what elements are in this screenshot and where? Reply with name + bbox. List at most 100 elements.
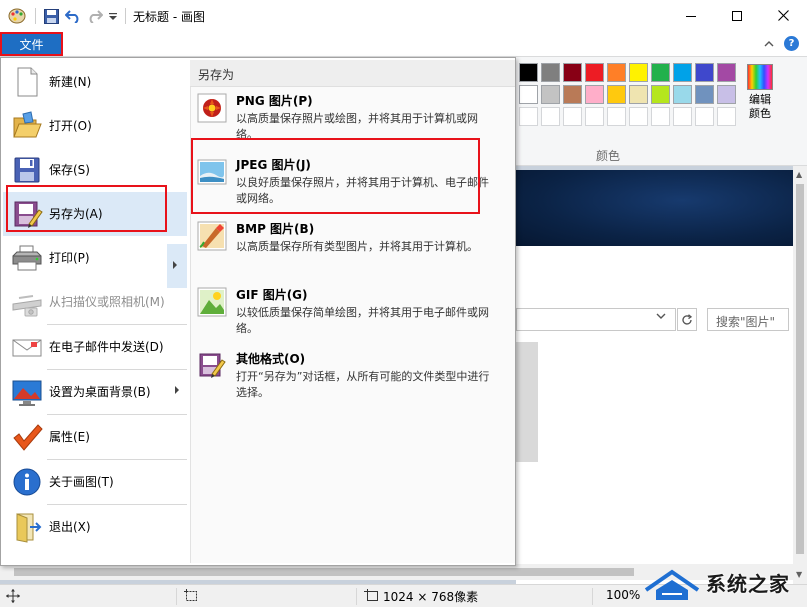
paint-app-icon[interactable] xyxy=(6,6,28,26)
qa-separator xyxy=(34,6,36,26)
minimize-button[interactable] xyxy=(668,0,714,31)
color-swatch[interactable] xyxy=(541,85,560,104)
menu-item-print-label: 打印(P) xyxy=(49,251,90,265)
maximize-button[interactable] xyxy=(714,0,760,31)
save-as-other-formats[interactable]: 其他格式(O) 打开“另存为”对话框，从所有可能的文件类型中进行选择。 xyxy=(196,350,506,402)
custom-color-swatch[interactable] xyxy=(695,107,714,126)
menu-item-print[interactable]: 打印(P) xyxy=(3,236,187,280)
scanner-icon xyxy=(11,286,43,318)
color-swatch[interactable] xyxy=(717,85,736,104)
watermark-logo-icon xyxy=(644,569,700,600)
quick-save-icon[interactable] xyxy=(42,6,60,26)
color-swatch[interactable] xyxy=(541,63,560,82)
save-as-gif-title: GIF 图片(G) xyxy=(236,288,308,302)
info-icon xyxy=(11,466,43,498)
menu-item-send-email-label: 在电子邮件中发送(D) xyxy=(49,340,164,354)
selection-size-icon xyxy=(184,589,199,606)
color-swatch[interactable] xyxy=(585,85,604,104)
menu-item-open[interactable]: 打开(O) xyxy=(3,104,187,148)
color-swatch[interactable] xyxy=(563,63,582,82)
png-image-icon xyxy=(196,92,228,124)
color-wheel-icon xyxy=(747,64,773,90)
custom-color-swatch[interactable] xyxy=(651,107,670,126)
save-as-gif[interactable]: GIF 图片(G) 以较低质量保存简单绘图，并将其用于电子邮件或网络。 xyxy=(196,286,506,338)
menu-item-about-label: 关于画图(T) xyxy=(49,475,114,489)
color-swatch[interactable] xyxy=(519,85,538,104)
refresh-icon[interactable] xyxy=(677,308,697,331)
custom-color-swatch[interactable] xyxy=(563,107,582,126)
save-as-bmp[interactable]: BMP 图片(B) 以高质量保存所有类型图片，并将其用于计算机。 xyxy=(196,220,506,272)
menu-item-exit[interactable]: 退出(X) xyxy=(3,504,187,549)
color-swatch[interactable] xyxy=(607,63,626,82)
explorer-address-bar[interactable] xyxy=(516,308,676,331)
color-swatch[interactable] xyxy=(717,63,736,82)
new-file-icon xyxy=(11,66,43,98)
color-swatch[interactable] xyxy=(629,85,648,104)
custom-color-swatch[interactable] xyxy=(717,107,736,126)
custom-color-swatch[interactable] xyxy=(607,107,626,126)
menu-item-open-label: 打开(O) xyxy=(49,119,92,133)
canvas-size-icon xyxy=(364,589,379,606)
edit-colors-button[interactable]: 编辑 颜色 xyxy=(742,62,778,121)
address-dropdown-icon[interactable] xyxy=(656,312,666,323)
save-as-submenu-title: 另存为 xyxy=(198,68,235,82)
color-swatch[interactable] xyxy=(585,63,604,82)
canvas[interactable] xyxy=(516,246,793,584)
save-as-arrow-icon xyxy=(173,261,177,269)
color-swatch[interactable] xyxy=(673,63,692,82)
scroll-up-icon[interactable]: ▲ xyxy=(796,170,802,179)
vertical-scrollbar[interactable]: ▲ ▼ xyxy=(793,166,807,584)
explorer-search-box[interactable]: 搜索"图片" xyxy=(707,308,789,331)
colors-group-label: 颜色 xyxy=(596,149,621,163)
menu-item-save-label: 保存(S) xyxy=(49,163,90,177)
color-swatch[interactable] xyxy=(563,85,582,104)
file-menu-commands: 新建(N) 打开(O) 保存(S) 另存为(A) 打印(P) 从扫描仪或照相机(… xyxy=(3,60,187,563)
save-as-png[interactable]: PNG 图片(P) 以高质量保存照片或绘图，并将其用于计算机或网络。 xyxy=(196,92,506,144)
close-button[interactable] xyxy=(760,0,806,31)
checkmark-icon xyxy=(11,421,43,453)
help-icon[interactable]: ? xyxy=(784,36,799,51)
color-swatch[interactable] xyxy=(695,85,714,104)
status-separator-2 xyxy=(356,588,357,605)
desktop-background-icon xyxy=(11,376,43,408)
color-swatch[interactable] xyxy=(651,85,670,104)
color-swatch[interactable] xyxy=(651,63,670,82)
save-as-other-formats-desc: 打开“另存为”对话框，从所有可能的文件类型中进行选择。 xyxy=(236,370,490,399)
printer-icon xyxy=(11,242,43,274)
save-as-submenu-arrow-area[interactable] xyxy=(167,244,187,288)
vertical-scroll-thumb[interactable] xyxy=(796,184,804,554)
custom-color-swatch[interactable] xyxy=(585,107,604,126)
undo-icon[interactable] xyxy=(64,6,82,26)
save-as-other-formats-title: 其他格式(O) xyxy=(236,352,306,366)
open-folder-icon xyxy=(11,110,43,142)
custom-color-swatch[interactable] xyxy=(519,107,538,126)
file-tab[interactable]: 文件 xyxy=(0,32,63,56)
color-swatch[interactable] xyxy=(673,85,692,104)
title-bar: 无标题 - 画图 xyxy=(0,0,807,31)
color-swatch[interactable] xyxy=(519,63,538,82)
horizontal-scroll-thumb[interactable] xyxy=(14,568,634,576)
exit-icon xyxy=(11,511,43,543)
color-swatch[interactable] xyxy=(607,85,626,104)
menu-item-send-email[interactable]: 在电子邮件中发送(D) xyxy=(3,324,187,369)
custom-color-swatch[interactable] xyxy=(541,107,560,126)
collapse-ribbon-icon[interactable] xyxy=(764,37,774,51)
canvas-image-dark-region xyxy=(516,170,793,246)
menu-item-set-desktop-bg[interactable]: 设置为桌面背景(B) xyxy=(3,369,187,414)
canvas-size-text: 1024 × 768像素 xyxy=(383,590,479,604)
other-formats-icon xyxy=(196,350,228,382)
save-icon xyxy=(11,154,43,186)
color-swatch[interactable] xyxy=(629,63,648,82)
qa-separator-2 xyxy=(124,6,126,26)
canvas-image-gray-region xyxy=(516,342,538,462)
color-swatch[interactable] xyxy=(695,63,714,82)
edit-colors-label-1: 编辑 xyxy=(749,93,771,106)
zoom-level-text[interactable]: 100% xyxy=(606,588,640,602)
menu-item-new[interactable]: 新建(N) xyxy=(3,60,187,104)
customize-qa-icon[interactable] xyxy=(107,6,119,26)
custom-color-swatch[interactable] xyxy=(629,107,648,126)
menu-item-about[interactable]: 关于画图(T) xyxy=(3,459,187,504)
menu-item-properties[interactable]: 属性(E) xyxy=(3,414,187,459)
custom-color-swatch[interactable] xyxy=(673,107,692,126)
redo-icon[interactable] xyxy=(86,6,104,26)
